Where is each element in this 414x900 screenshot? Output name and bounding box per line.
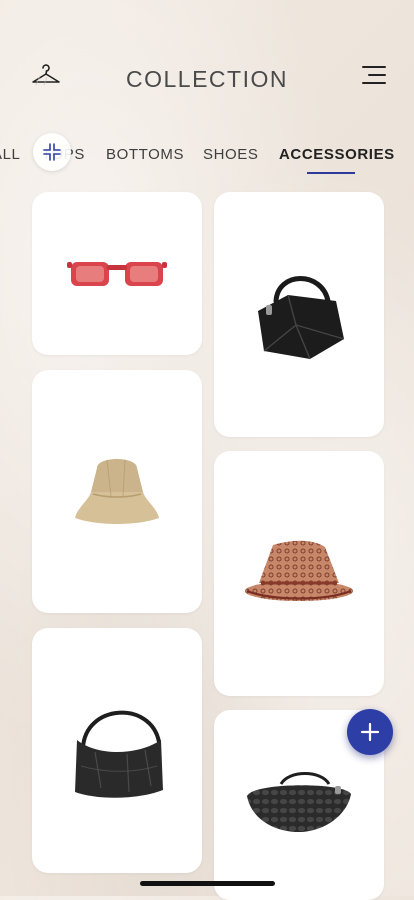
woven-bag-icon bbox=[247, 772, 351, 832]
tab-accessories[interactable]: ACCESSORIES bbox=[279, 146, 395, 163]
bucket-hat-icon bbox=[75, 458, 159, 524]
plus-icon bbox=[360, 722, 380, 742]
sun-hat-icon bbox=[245, 540, 353, 601]
hobo-bag-icon bbox=[75, 710, 163, 798]
handbag-icon bbox=[258, 275, 345, 359]
collapse-icon bbox=[43, 143, 61, 161]
active-tab-indicator bbox=[307, 172, 355, 174]
header: COLLECTION bbox=[0, 56, 414, 100]
add-item-button[interactable] bbox=[347, 709, 393, 755]
tab-all[interactable]: ALL bbox=[0, 146, 21, 163]
tab-bottoms[interactable]: BOTTOMS bbox=[106, 146, 184, 163]
item-card-bucket-hat[interactable] bbox=[32, 370, 202, 613]
collapse-button[interactable] bbox=[33, 133, 71, 171]
tab-shoes[interactable]: SHOES bbox=[203, 146, 259, 163]
item-card-sun-hat[interactable] bbox=[214, 451, 384, 696]
menu-icon[interactable] bbox=[360, 65, 386, 85]
sunglasses-icon bbox=[67, 261, 167, 286]
home-indicator bbox=[140, 881, 275, 886]
item-card-puzzle-bag[interactable] bbox=[214, 192, 384, 437]
item-card-hobo-bag[interactable] bbox=[32, 628, 202, 873]
page-title: COLLECTION bbox=[126, 66, 288, 92]
item-card-sunglasses[interactable] bbox=[32, 192, 202, 355]
category-tabs: ALL TOPS BOTTOMS SHOES ACCESSORIES bbox=[0, 133, 414, 178]
